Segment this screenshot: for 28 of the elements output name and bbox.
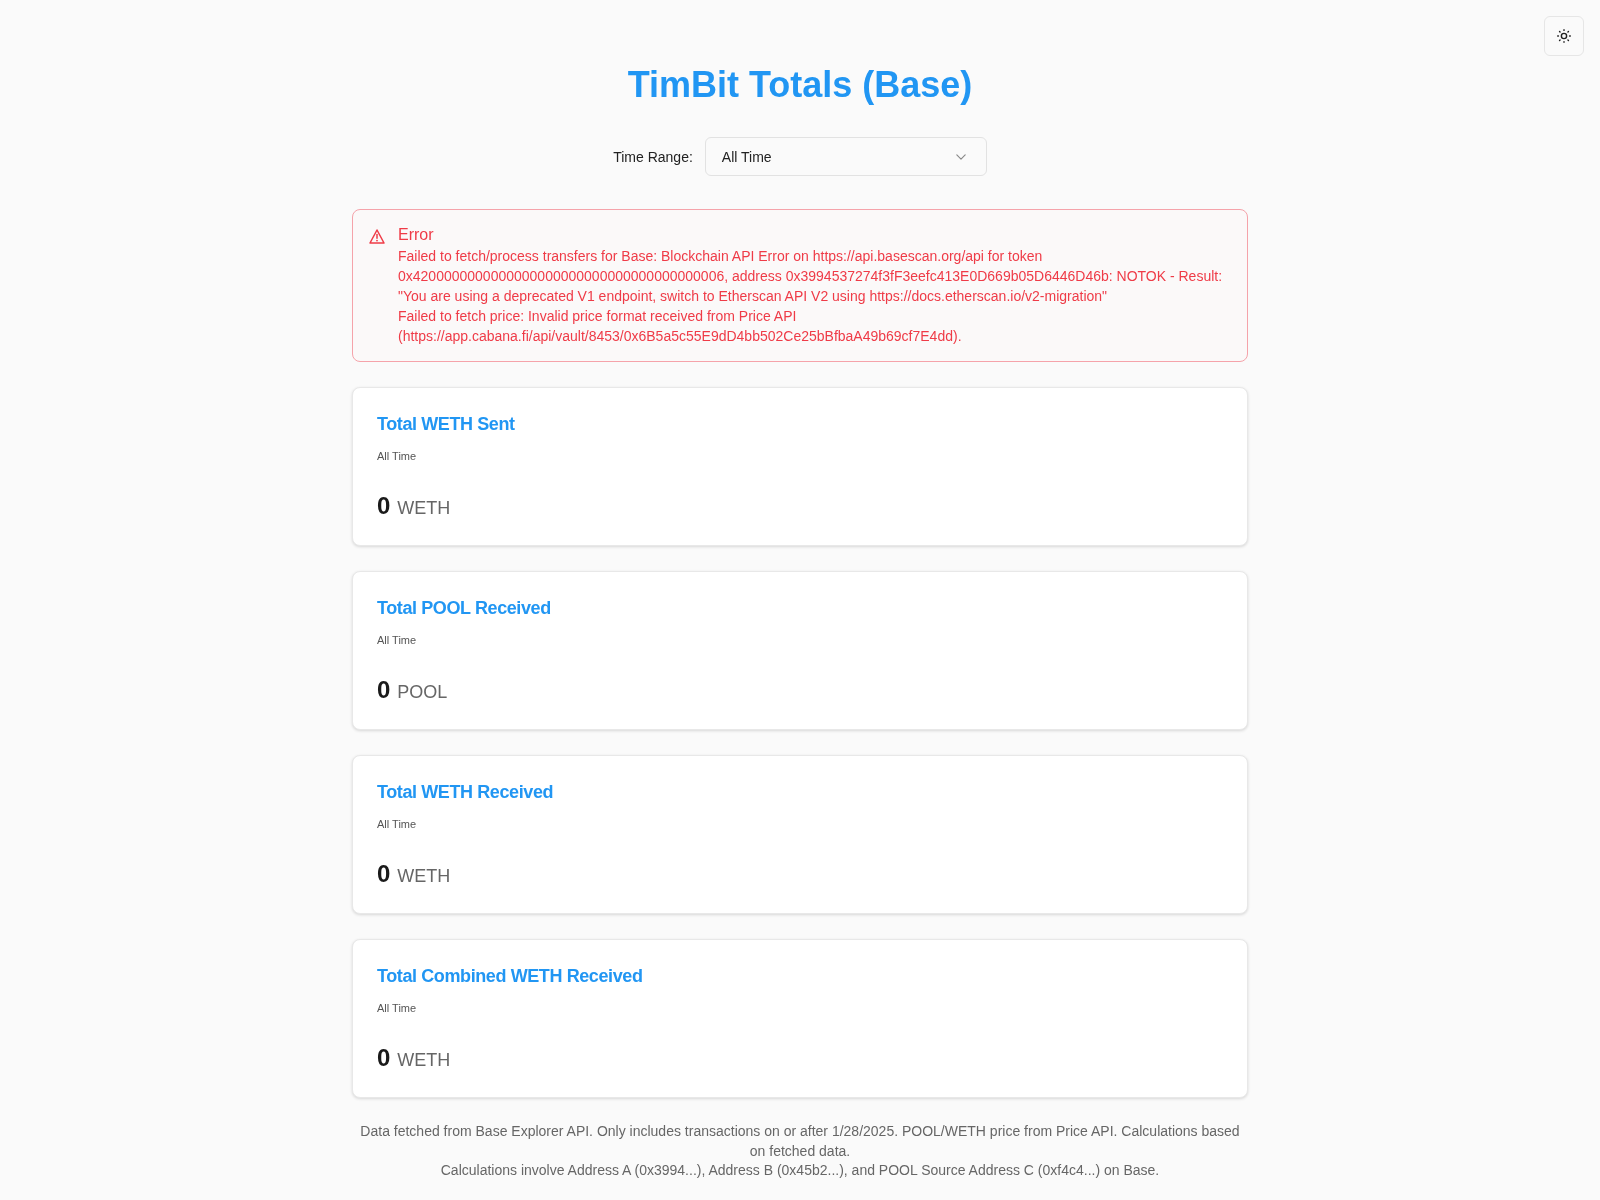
error-message: Failed to fetch price: Invalid price format received from Price API (https://app.cabana.fi/api/vault/8453/0x6B5a5c55E9dD4bb502Ce25bBfbaA49b69cf7E4dd).	[398, 307, 963, 346]
period-label: All Time	[377, 449, 418, 464]
chevron-down-icon	[955, 153, 966, 160]
period-label: All Time	[377, 633, 418, 648]
error-title: Error	[398, 225, 435, 245]
card-title: Total WETH Sent	[377, 413, 516, 436]
time-range-select[interactable]: All Time	[704, 137, 987, 176]
footer-note: Calculations involve Address A (0x3994...), Address B (0x45b2...), and POOL Source Address C (0xf4c4...) on Base.	[439, 1161, 1161, 1181]
stat-value: 0	[377, 859, 391, 889]
card-title: Total POOL Received	[377, 597, 552, 620]
stat-value: 0	[377, 491, 391, 521]
card-title: Total WETH Received	[377, 781, 555, 804]
stat-value: 0	[377, 1043, 391, 1073]
unit-label: WETH	[397, 1049, 451, 1072]
warning-icon	[369, 229, 385, 244]
time-range-label: Time Range:	[613, 147, 693, 167]
unit-label: WETH	[397, 497, 451, 520]
error-message: Failed to fetch/process transfers for Base: Blockchain API Error on https://api.basescan.org/api for token 0x4200000000000000000000000000000000000006, address 0x3994537274f3fF3eefc413E0D669b05D6446D46b: NOTOK - Result: "You are using a deprecated V1 endpoint, switch to Etherscan API V2 using https://docs.etherscan.io/v2-migration"	[398, 247, 1224, 306]
period-label: All Time	[377, 1001, 418, 1016]
sun-icon	[1557, 29, 1571, 43]
page-title: TimBit Totals (Base)	[626, 63, 974, 107]
unit-label: POOL	[397, 681, 448, 704]
footer-note: Data fetched from Base Explorer API. Only includes transactions on or after 1/28/2025. POOL/WETH price from Price API. Calculations based on fetched data.	[359, 1122, 1241, 1161]
stat-value: 0	[377, 675, 391, 705]
period-label: All Time	[377, 817, 418, 832]
unit-label: WETH	[397, 865, 451, 888]
theme-toggle-button[interactable]	[1544, 16, 1584, 56]
card-title: Total Combined WETH Received	[377, 965, 644, 988]
